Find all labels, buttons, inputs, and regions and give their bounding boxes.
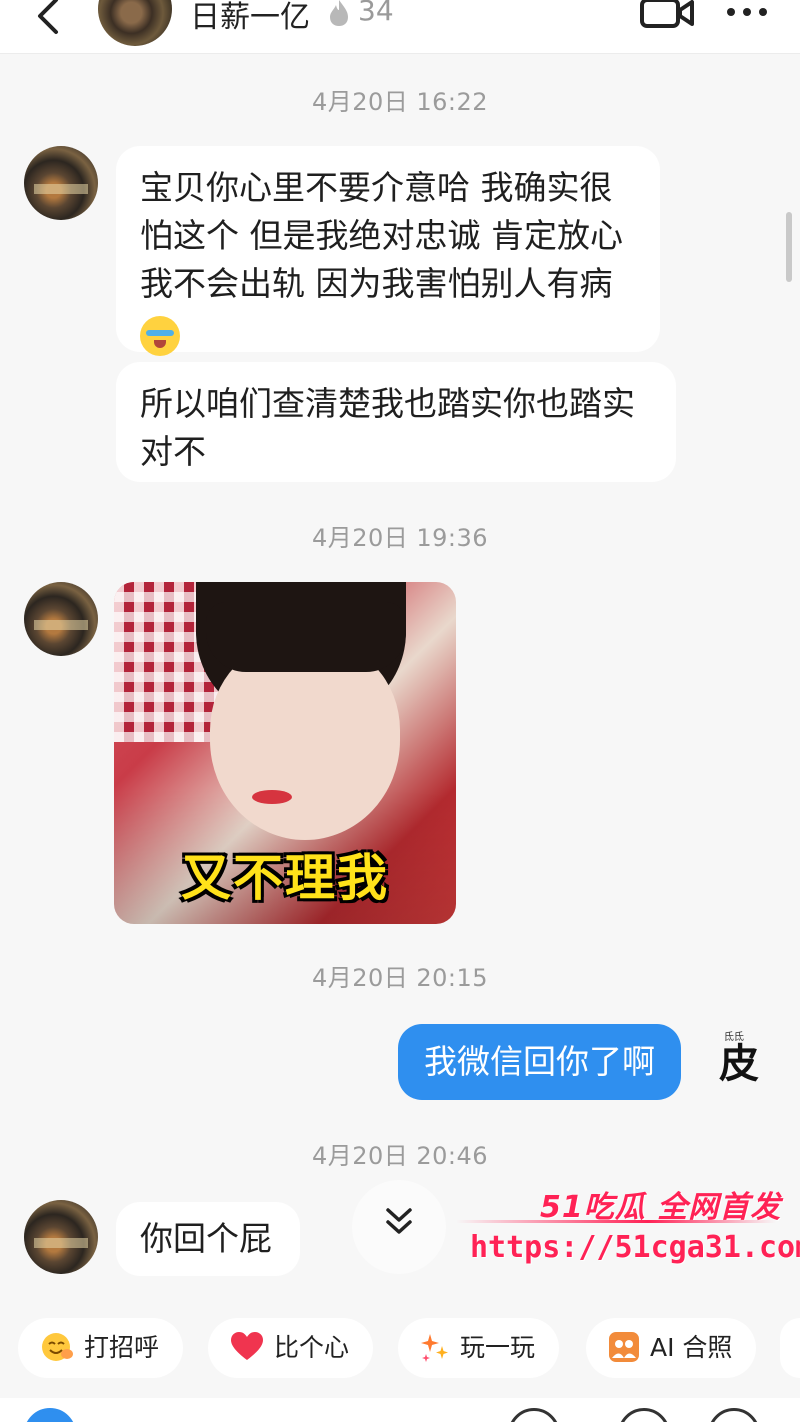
contact-avatar[interactable] (98, 0, 172, 46)
input-bar (0, 1398, 800, 1422)
streak-count: 34 (358, 0, 394, 27)
quick-action-label: 打招呼 (84, 1333, 160, 1362)
quick-action-ai-photo[interactable]: AI 合照 (586, 1318, 757, 1378)
back-arrow-icon[interactable] (28, 0, 68, 38)
more-options-icon[interactable] (724, 0, 770, 24)
double-chevron-down-icon (386, 1208, 412, 1234)
incoming-message-bubble[interactable]: 所以咱们查清楚我也踏实你也踏实 对不 (116, 362, 676, 482)
sticker-message[interactable]: 又不理我 (114, 582, 456, 924)
message-text-line: 对不 (140, 432, 206, 471)
quick-action-label: 比个心 (274, 1333, 350, 1362)
sender-avatar[interactable] (24, 582, 98, 656)
scroll-to-bottom-button[interactable] (352, 1180, 446, 1274)
sparkle-icon (421, 1334, 448, 1362)
message-timestamp: 4月20日 16:22 (311, 88, 489, 116)
incoming-message-bubble[interactable]: 宝贝你心里不要介意哈 我确实很 怕这个 但是我绝对忠诚 肯定放心 我不会出轨 因… (116, 146, 660, 356)
video-call-icon[interactable] (640, 0, 694, 30)
sticker-bangs (206, 602, 406, 672)
message-timestamp: 4月20日 20:15 (311, 964, 489, 992)
scrollbar[interactable] (786, 212, 792, 282)
sender-avatar[interactable] (24, 1200, 98, 1274)
quick-action-heart[interactable]: 比个心 (208, 1318, 374, 1378)
quick-action-label: AI 合照 (650, 1333, 733, 1362)
wave-emoji-icon (42, 1333, 73, 1361)
crying-emoji-icon (140, 315, 180, 356)
sender-avatar[interactable] (24, 146, 98, 220)
streak-flame-icon (330, 0, 348, 26)
watermark-url: https://51cga31.com (470, 1230, 800, 1265)
outgoing-message-bubble[interactable]: 我微信回你了啊 (398, 1024, 681, 1100)
message-text-line: 你回个屁 (140, 1219, 272, 1258)
sticker-lips (252, 790, 292, 804)
message-text-line: 所以咱们查清楚我也踏实你也踏实 (140, 384, 635, 423)
message-text-line: 宝贝你心里不要介意哈 我确实很 (140, 168, 613, 207)
quick-action-overflow[interactable] (780, 1318, 800, 1378)
quick-action-label: 玩一玩 (460, 1333, 536, 1362)
message-timestamp: 4月20日 19:36 (311, 524, 489, 552)
heart-icon (231, 1332, 263, 1360)
incoming-message-bubble[interactable]: 你回个屁 (116, 1202, 300, 1276)
message-text-line: 怕这个 但是我绝对忠诚 肯定放心 (140, 216, 623, 255)
sticker-caption: 又不理我 (181, 849, 389, 907)
my-avatar-caption: 氐氐 (724, 1032, 744, 1043)
watermark-divider (456, 1220, 776, 1223)
message-text-line: 我不会出轨 因为我害怕别人有病 (140, 264, 613, 303)
contact-name[interactable]: 日薪一亿 (190, 0, 310, 36)
quick-action-greet[interactable]: 打招呼 (18, 1318, 184, 1378)
chat-header: 日薪一亿 34 (0, 0, 800, 54)
quick-action-play[interactable]: 玩一玩 (398, 1318, 560, 1378)
photo-icon (609, 1332, 639, 1362)
quick-actions-bar: 打招呼 比个心 玩一玩 AI 合照 (0, 1318, 800, 1378)
message-timestamp: 4月20日 20:46 (311, 1142, 489, 1170)
